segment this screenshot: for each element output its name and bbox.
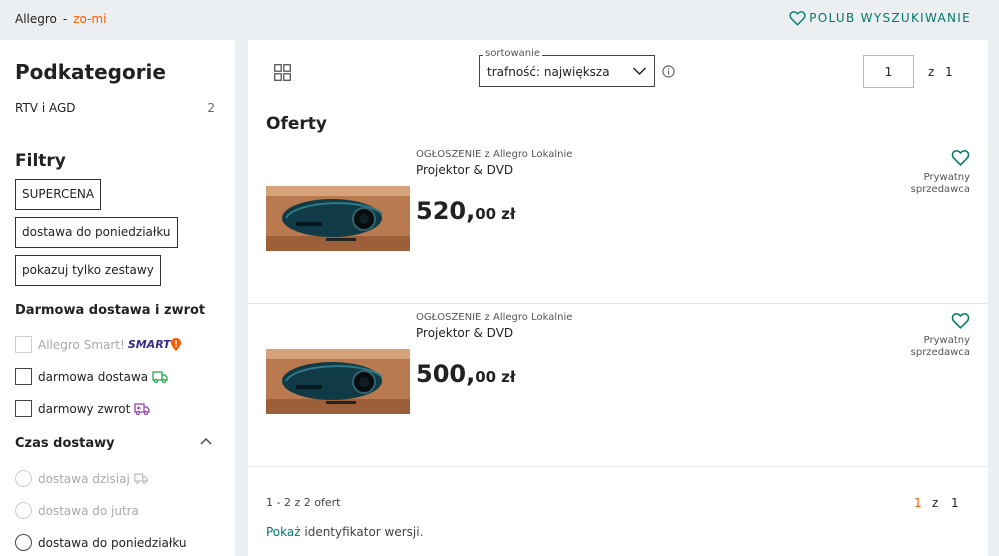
breadcrumb-root[interactable]: Allegro — [15, 12, 57, 26]
heart-icon[interactable] — [951, 312, 970, 329]
free-delivery-label: darmowa dostawa — [38, 369, 149, 384]
smart-logo: SMART — [127, 338, 171, 351]
truck-icon — [134, 473, 148, 484]
page-total: 1 — [945, 65, 953, 79]
chevron-down-icon — [632, 67, 647, 76]
sort-value: trafność: największa — [487, 65, 610, 79]
subcategory-label: RTV i AGD — [15, 101, 76, 115]
truck-icon — [152, 370, 168, 383]
pagination-total-page[interactable]: 1 — [951, 496, 959, 510]
seller-type: Prywatny sprzedawca — [880, 335, 970, 359]
price-currency: zł — [501, 368, 516, 386]
delivery-option-today: dostawa dzisiaj — [15, 470, 148, 487]
seller-line-2: sprzedawca — [910, 184, 970, 195]
results-range: 1 - 2 z 2 ofert — [266, 496, 341, 509]
return-truck-icon — [134, 402, 150, 415]
breadcrumb-current[interactable]: zo-mi — [73, 12, 106, 26]
info-icon[interactable] — [662, 65, 675, 78]
version-id-label: identyfikator wersji. — [300, 525, 424, 539]
page-of-label: z — [928, 65, 935, 79]
chip-delivery-monday[interactable]: dostawa do poniedziałku — [15, 217, 178, 248]
delivery-option-tomorrow: dostawa do jutra — [15, 502, 139, 519]
delivery-today-label: dostawa dzisiaj — [38, 471, 130, 486]
top-bar: Allegro - zo-mi POLUB WYSZUKIWANIE — [0, 0, 999, 40]
grid-view-icon[interactable] — [274, 64, 291, 81]
projector-image — [266, 186, 410, 251]
delivery-monday-label: dostawa do poniedziałku — [38, 535, 187, 550]
seller-line-2: sprzedawca — [910, 347, 970, 358]
seller-type: Prywatny sprzedawca — [880, 172, 970, 196]
product-image[interactable] — [266, 186, 410, 251]
main-content: sortowanie trafność: największa z 1 Ofer… — [248, 40, 988, 556]
delivery-option-monday: dostawa do poniedziałku — [15, 534, 187, 551]
free-return-label: darmowy zwrot — [38, 401, 131, 416]
delivery-time-title: Czas dostawy — [15, 436, 115, 451]
price-decimal: 00 — [475, 205, 497, 223]
pagination-of-label: z — [932, 496, 939, 510]
offer-name[interactable]: Projektor & DVD — [416, 326, 513, 340]
heart-icon[interactable] — [951, 149, 970, 166]
offer-card[interactable]: OGŁOSZENIE z Allegro Lokalnie Projektor … — [248, 304, 988, 467]
chip-only-sets[interactable]: pokazuj tylko zestawy — [15, 255, 161, 286]
offers-title: Oferty — [266, 114, 327, 134]
filters-title: Filtry — [15, 151, 66, 171]
smart-label: Allegro Smart! — [38, 337, 125, 352]
offer-type: OGŁOSZENIE z Allegro Lokalnie — [416, 312, 573, 323]
free-return-checkbox[interactable] — [15, 400, 32, 417]
divider — [248, 466, 988, 467]
like-search-label: POLUB WYSZUKIWANIE — [809, 11, 971, 25]
heart-icon — [789, 11, 806, 26]
delivery-tomorrow-label: dostawa do jutra — [38, 503, 139, 518]
price-integer: 500, — [416, 360, 476, 388]
sidebar: Podkategorie RTV i AGD 2 Filtry SUPERCEN… — [0, 40, 235, 556]
smart-filter: Allegro Smart! SMART — [15, 336, 181, 353]
delivery-monday-radio[interactable] — [15, 534, 32, 551]
offer-card[interactable]: OGŁOSZENIE z Allegro Lokalnie Projektor … — [248, 141, 988, 304]
pagination-current-page[interactable]: 1 — [914, 496, 922, 510]
seller-line-1: Prywatny — [923, 335, 970, 346]
version-id-text: Pokaż identyfikator wersji. — [266, 525, 423, 539]
chip-supercena[interactable]: SUPERCENA — [15, 179, 102, 210]
free-return-filter: darmowy zwrot — [15, 400, 150, 417]
like-search-button[interactable]: POLUB WYSZUKIWANIE — [789, 10, 971, 26]
free-delivery-checkbox[interactable] — [15, 368, 32, 385]
delivery-today-radio[interactable] — [15, 470, 32, 487]
page-number-input[interactable] — [863, 55, 914, 88]
show-version-id-link[interactable]: Pokaż — [266, 525, 301, 539]
chevron-up-icon[interactable] — [199, 436, 213, 446]
subcategory-count: 2 — [207, 101, 215, 115]
price-integer: 520, — [416, 197, 476, 225]
smart-checkbox[interactable] — [15, 336, 32, 353]
seller-line-1: Prywatny — [923, 172, 970, 183]
breadcrumb: Allegro - zo-mi — [15, 12, 106, 26]
subcategories-title: Podkategorie — [15, 60, 166, 84]
breadcrumb-separator: - — [62, 12, 68, 26]
product-image[interactable] — [266, 349, 410, 414]
delivery-tomorrow-radio[interactable] — [15, 502, 32, 519]
price-decimal: 00 — [475, 368, 497, 386]
offer-name[interactable]: Projektor & DVD — [416, 163, 513, 177]
free-delivery-title: Darmowa dostawa i zwrot — [15, 303, 206, 318]
offer-type: OGŁOSZENIE z Allegro Lokalnie — [416, 149, 573, 160]
sort-legend: sortowanie — [483, 48, 543, 59]
offer-price: 520,00 zł — [416, 197, 515, 225]
subcategory-item[interactable]: RTV i AGD 2 — [15, 101, 215, 115]
smart-pin-icon — [170, 338, 181, 351]
free-delivery-filter: darmowa dostawa — [15, 368, 168, 385]
projector-image — [266, 349, 410, 414]
price-currency: zł — [501, 205, 516, 223]
offer-price: 500,00 zł — [416, 360, 515, 388]
